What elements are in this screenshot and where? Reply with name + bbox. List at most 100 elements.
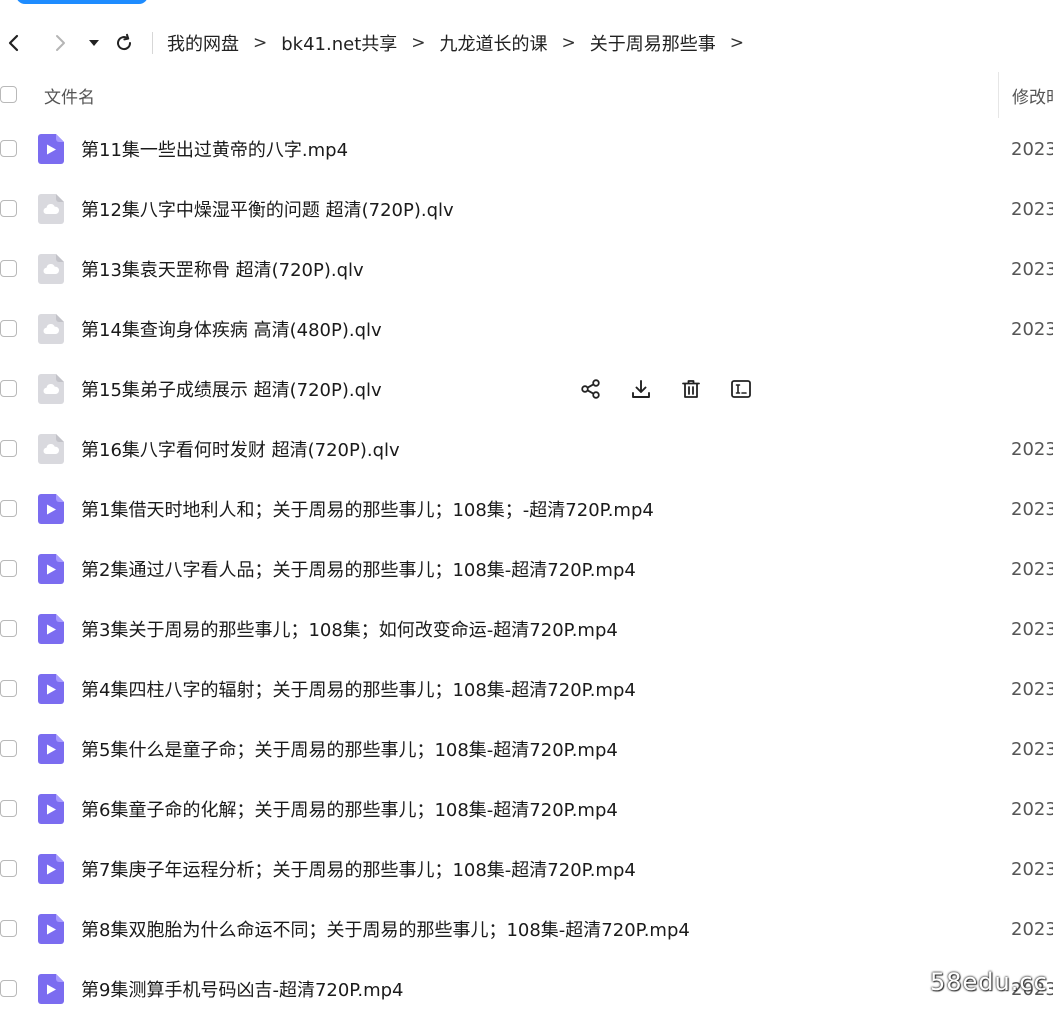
column-header-name[interactable]: 文件名 — [44, 83, 95, 108]
file-modified-date: 2023 — [1011, 558, 1053, 580]
video-file-icon — [38, 854, 64, 884]
file-name[interactable]: 第9集测算手机号码凶吉-超清720P.mp4 — [81, 976, 404, 1002]
file-name[interactable]: 第14集查询身体疾病 高清(480P).qlv — [81, 316, 382, 342]
file-modified-date: 2023 — [1011, 198, 1053, 220]
video-file-icon — [38, 134, 64, 164]
file-row[interactable]: 第7集庚子年运程分析；关于周易的那些事儿；108集-超清720P.mp4 202… — [0, 839, 1053, 899]
table-header: 文件名 修改时 — [0, 72, 1053, 118]
column-header-modified[interactable]: 修改时 — [1012, 83, 1053, 108]
file-modified-date: 2023 — [1011, 318, 1053, 340]
file-row[interactable]: 第16集八字看何时发财 超清(720P).qlv 2023 — [0, 419, 1053, 479]
file-list: 第11集一些出过黄帝的八字.mp4 2023 第12集八字中燥湿平衡的问题 超清… — [0, 119, 1053, 1013]
file-name[interactable]: 第6集童子命的化解；关于周易的那些事儿；108集-超清720P.mp4 — [81, 796, 618, 822]
file-row[interactable]: 第4集四柱八字的辐射；关于周易的那些事儿；108集-超清720P.mp4 202… — [0, 659, 1053, 719]
file-modified-date: 2023 — [1011, 618, 1053, 640]
row-checkbox[interactable] — [0, 380, 17, 397]
row-checkbox[interactable] — [0, 200, 17, 217]
row-checkbox[interactable] — [0, 560, 17, 577]
video-file-icon — [38, 914, 64, 944]
back-button[interactable] — [6, 24, 22, 62]
row-checkbox[interactable] — [0, 680, 17, 697]
share-icon — [580, 378, 602, 400]
breadcrumb-separator: > — [729, 33, 745, 53]
file-modified-date: 2023 — [1011, 858, 1053, 880]
row-checkbox[interactable] — [0, 140, 17, 157]
video-file-icon — [38, 734, 64, 764]
file-name[interactable]: 第3集关于周易的那些事儿；108集；如何改变命运-超清720P.mp4 — [81, 616, 618, 642]
file-name[interactable]: 第5集什么是童子命；关于周易的那些事儿；108集-超清720P.mp4 — [81, 736, 618, 762]
row-checkbox[interactable] — [0, 440, 17, 457]
refresh-icon — [117, 33, 132, 51]
file-modified-date: 2023 — [1011, 498, 1053, 520]
file-row[interactable]: 第12集八字中燥湿平衡的问题 超清(720P).qlv 2023 — [0, 179, 1053, 239]
select-all-checkbox[interactable] — [0, 86, 17, 103]
file-row[interactable]: 第11集一些出过黄帝的八字.mp4 2023 — [0, 119, 1053, 179]
breadcrumb-item[interactable]: bk41.net共享 — [281, 30, 397, 56]
video-file-icon — [38, 494, 64, 524]
row-checkbox[interactable] — [0, 740, 17, 757]
navigation-bar: 我的网盘 > bk41.net共享 > 九龙道长的课 > 关于周易那些事 > — [0, 24, 1053, 62]
row-checkbox[interactable] — [0, 980, 17, 997]
file-name[interactable]: 第15集弟子成绩展示 超清(720P).qlv — [81, 376, 382, 402]
file-name[interactable]: 第8集双胞胎为什么命运不同；关于周易的那些事儿；108集-超清720P.mp4 — [81, 916, 690, 942]
nav-divider — [152, 32, 153, 54]
file-row[interactable]: 第13集袁天罡称骨 超清(720P).qlv 2023 — [0, 239, 1053, 299]
breadcrumb-item[interactable]: 九龙道长的课 — [440, 30, 548, 56]
file-name[interactable]: 第12集八字中燥湿平衡的问题 超清(720P).qlv — [81, 196, 454, 222]
video-file-icon — [38, 614, 64, 644]
file-name[interactable]: 第11集一些出过黄帝的八字.mp4 — [81, 136, 348, 162]
download-button[interactable] — [628, 376, 654, 402]
row-checkbox[interactable] — [0, 620, 17, 637]
file-row[interactable]: 第14集查询身体疾病 高清(480P).qlv 2023 — [0, 299, 1053, 359]
file-name[interactable]: 第7集庚子年运程分析；关于周易的那些事儿；108集-超清720P.mp4 — [81, 856, 636, 882]
forward-button[interactable] — [52, 24, 68, 62]
file-row[interactable]: 第6集童子命的化解；关于周易的那些事儿；108集-超清720P.mp4 2023 — [0, 779, 1053, 839]
file-name[interactable]: 第2集通过八字看人品；关于周易的那些事儿；108集-超清720P.mp4 — [81, 556, 636, 582]
file-name[interactable]: 第1集借天时地利人和；关于周易的那些事儿；108集；-超清720P.mp4 — [81, 496, 654, 522]
row-checkbox[interactable] — [0, 800, 17, 817]
file-modified-date: 2023 — [1011, 258, 1053, 280]
breadcrumb-separator: > — [253, 33, 268, 53]
file-name[interactable]: 第16集八字看何时发财 超清(720P).qlv — [81, 436, 400, 462]
file-name[interactable]: 第4集四柱八字的辐射；关于周易的那些事儿；108集-超清720P.mp4 — [81, 676, 636, 702]
video-file-icon — [38, 794, 64, 824]
top-action-button[interactable] — [16, 0, 148, 4]
watermark: 58edu.cc — [930, 968, 1048, 996]
rename-button[interactable] — [728, 376, 754, 402]
row-checkbox[interactable] — [0, 860, 17, 877]
file-modified-date: 2023 — [1011, 738, 1053, 760]
row-hover-actions — [578, 376, 778, 402]
video-file-icon — [38, 674, 64, 704]
row-checkbox[interactable] — [0, 320, 17, 337]
file-row[interactable]: 第5集什么是童子命；关于周易的那些事儿；108集-超清720P.mp4 2023 — [0, 719, 1053, 779]
file-row[interactable]: 第9集测算手机号码凶吉-超清720P.mp4 2023 — [0, 959, 1053, 1013]
cloud-file-icon — [38, 194, 64, 224]
file-browser-page: 我的网盘 > bk41.net共享 > 九龙道长的课 > 关于周易那些事 > 文… — [0, 0, 1053, 1013]
refresh-button[interactable] — [114, 24, 134, 62]
row-checkbox[interactable] — [0, 500, 17, 517]
rename-icon — [730, 378, 752, 400]
cloud-file-icon — [38, 254, 64, 284]
cloud-file-icon — [38, 314, 64, 344]
share-button[interactable] — [578, 376, 604, 402]
column-divider[interactable] — [998, 72, 999, 118]
file-name[interactable]: 第13集袁天罡称骨 超清(720P).qlv — [81, 256, 364, 282]
file-row[interactable]: 第8集双胞胎为什么命运不同；关于周易的那些事儿；108集-超清720P.mp4 … — [0, 899, 1053, 959]
file-row[interactable]: 第15集弟子成绩展示 超清(720P).qlv — [0, 359, 1053, 419]
breadcrumb: 我的网盘 > bk41.net共享 > 九龙道长的课 > 关于周易那些事 > — [167, 30, 758, 56]
row-checkbox[interactable] — [0, 260, 17, 277]
history-dropdown-button[interactable] — [88, 24, 100, 62]
breadcrumb-item[interactable]: 我的网盘 — [167, 30, 239, 56]
breadcrumb-item[interactable]: 关于周易那些事 — [590, 30, 716, 56]
delete-icon — [680, 378, 702, 400]
file-modified-date: 2023 — [1011, 438, 1053, 460]
file-modified-date: 2023 — [1011, 678, 1053, 700]
file-row[interactable]: 第2集通过八字看人品；关于周易的那些事儿；108集-超清720P.mp4 202… — [0, 539, 1053, 599]
file-modified-date: 2023 — [1011, 918, 1053, 940]
video-file-icon — [38, 974, 64, 1004]
file-modified-date: 2023 — [1011, 798, 1053, 820]
file-row[interactable]: 第1集借天时地利人和；关于周易的那些事儿；108集；-超清720P.mp4 20… — [0, 479, 1053, 539]
row-checkbox[interactable] — [0, 920, 17, 937]
delete-button[interactable] — [678, 376, 704, 402]
file-row[interactable]: 第3集关于周易的那些事儿；108集；如何改变命运-超清720P.mp4 2023 — [0, 599, 1053, 659]
